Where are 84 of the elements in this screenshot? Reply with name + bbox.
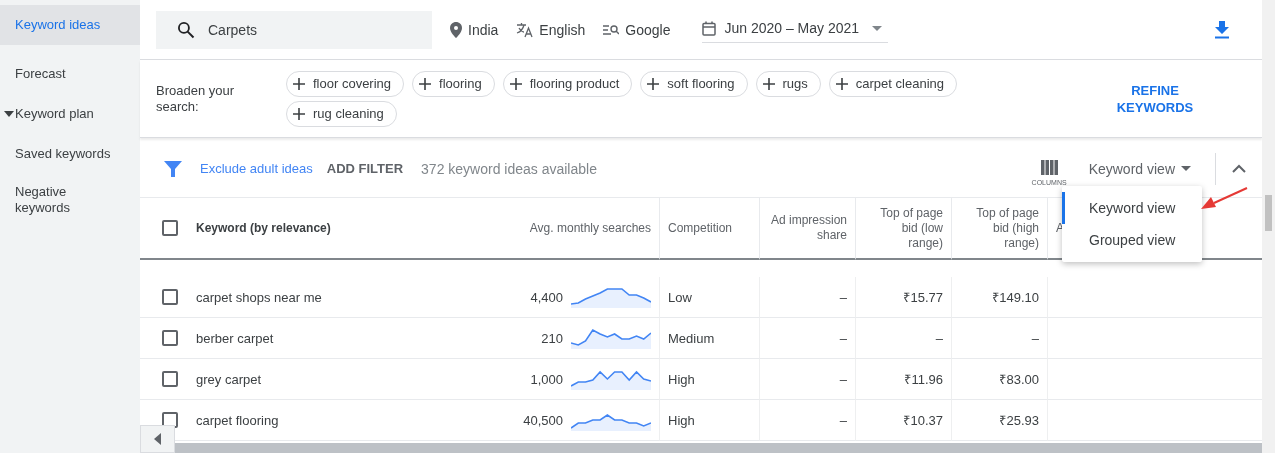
row-checkbox[interactable] bbox=[162, 371, 178, 387]
download-icon bbox=[1214, 20, 1230, 39]
plus-icon bbox=[835, 77, 848, 90]
keyword-cell: carpet shops near me bbox=[196, 289, 322, 305]
horizontal-scrollbar[interactable] bbox=[175, 443, 1262, 453]
competition-cell: High bbox=[668, 412, 695, 428]
column-header[interactable]: Keyword (by relevance) bbox=[182, 198, 508, 260]
location-selector[interactable]: India bbox=[450, 21, 499, 38]
column-header[interactable]: Top of page bid (low range) bbox=[856, 198, 952, 260]
date-range-selector[interactable]: Jun 2020 – May 2021 bbox=[702, 16, 889, 43]
location-pin-icon bbox=[450, 21, 462, 38]
refine-keywords-button[interactable]: REFINE KEYWORDS bbox=[1100, 80, 1210, 117]
bid-low-cell-text: ₹10.37 bbox=[903, 412, 943, 429]
exclude-adult-ideas-link[interactable]: Exclude adult ideas bbox=[200, 161, 313, 176]
select-all-checkbox[interactable] bbox=[162, 220, 178, 236]
calendar-icon bbox=[702, 20, 717, 36]
searches-cell: 1,000 bbox=[530, 371, 563, 387]
keyword-chip[interactable]: floor covering bbox=[286, 70, 405, 97]
competition-cell: Medium bbox=[668, 330, 715, 346]
sidebar-item[interactable]: Keyword ideas bbox=[0, 5, 140, 45]
ideas-count: 372 keyword ideas available bbox=[421, 160, 597, 177]
bid-low-cell: – bbox=[935, 330, 943, 346]
sidebar-item[interactable]: Keyword plan bbox=[0, 94, 140, 134]
searches-cell: 40,500 bbox=[523, 412, 563, 428]
searches-cell: 210 bbox=[541, 330, 563, 346]
competition-cell: High bbox=[668, 371, 695, 387]
search-icon bbox=[176, 19, 196, 40]
bid-low-cell-text: ₹11.96 bbox=[904, 371, 943, 388]
impression-share-cell: – bbox=[839, 289, 847, 305]
chevron-up-icon bbox=[1232, 164, 1246, 173]
bid-high-cell-text: ₹149.10 bbox=[992, 289, 1039, 306]
language-selector[interactable]: English bbox=[516, 21, 586, 38]
column-header[interactable]: Top of page bid (high range) bbox=[952, 198, 1048, 260]
menu-item[interactable]: Keyword view bbox=[1062, 192, 1202, 224]
network-selector[interactable]: Google bbox=[603, 21, 671, 38]
view-selector[interactable]: Keyword view bbox=[1088, 160, 1191, 177]
keyword-chip[interactable]: rug cleaning bbox=[286, 100, 397, 127]
plus-icon bbox=[293, 107, 305, 120]
columns-icon bbox=[1040, 159, 1058, 175]
sidebar-item[interactable]: Forecast bbox=[0, 54, 140, 94]
keyword-chip[interactable]: soft flooring bbox=[640, 70, 748, 97]
plus-icon bbox=[293, 77, 305, 90]
row-checkbox[interactable] bbox=[162, 289, 178, 305]
keyword-chip[interactable]: carpet cleaning bbox=[828, 70, 957, 97]
add-filter-button[interactable]: ADD FILTER bbox=[320, 160, 410, 177]
column-header[interactable]: Competition bbox=[660, 198, 760, 260]
competition-cell: Low bbox=[668, 289, 692, 305]
bid-low-cell-text: ₹15.77 bbox=[903, 289, 943, 306]
impression-share-cell: – bbox=[839, 330, 847, 346]
broaden-label: Broaden your search: bbox=[156, 82, 236, 115]
dropdown-caret-icon bbox=[1181, 166, 1191, 171]
searches-cell: 4,400 bbox=[530, 289, 563, 305]
sidebar-item[interactable]: Saved keywords bbox=[0, 134, 140, 174]
translate-icon bbox=[516, 21, 534, 38]
impression-share-cell: – bbox=[839, 412, 847, 428]
column-header[interactable]: Ad impression share bbox=[760, 198, 856, 260]
scroll-left-button[interactable] bbox=[140, 425, 175, 453]
caret-left-icon bbox=[154, 433, 161, 445]
bid-high-cell-text: ₹25.93 bbox=[999, 412, 1039, 429]
collapse-button[interactable] bbox=[1232, 164, 1246, 173]
keyword-cell: grey carpet bbox=[196, 371, 262, 387]
column-header[interactable]: Avg. monthly searches bbox=[508, 198, 660, 260]
plus-icon bbox=[509, 77, 522, 90]
keyword-cell: berber carpet bbox=[196, 330, 274, 346]
bid-high-cell: – bbox=[1031, 330, 1039, 346]
search-field[interactable]: Carpets bbox=[156, 10, 432, 49]
network-icon bbox=[603, 23, 620, 36]
download-button[interactable] bbox=[1214, 20, 1230, 39]
annotation-arrow bbox=[1200, 186, 1248, 212]
impression-share-cell: – bbox=[839, 371, 847, 387]
plus-icon bbox=[419, 77, 432, 90]
row-checkbox[interactable] bbox=[162, 330, 178, 346]
vertical-scrollbar-thumb[interactable] bbox=[1265, 195, 1272, 231]
plus-icon bbox=[762, 77, 775, 90]
sidebar-item[interactable]: Negative keywords bbox=[0, 174, 140, 226]
filter-icon[interactable] bbox=[164, 159, 182, 178]
bid-high-cell-text: ₹83.00 bbox=[999, 371, 1039, 388]
keyword-chip[interactable]: flooring product bbox=[502, 70, 633, 97]
keyword-chip[interactable]: rugs bbox=[755, 70, 821, 97]
menu-item[interactable]: Grouped view bbox=[1062, 224, 1202, 256]
plus-icon bbox=[647, 77, 660, 90]
dropdown-caret-icon bbox=[872, 25, 883, 31]
keyword-cell: carpet flooring bbox=[196, 412, 279, 428]
keyword-chip[interactable]: flooring bbox=[412, 70, 495, 97]
